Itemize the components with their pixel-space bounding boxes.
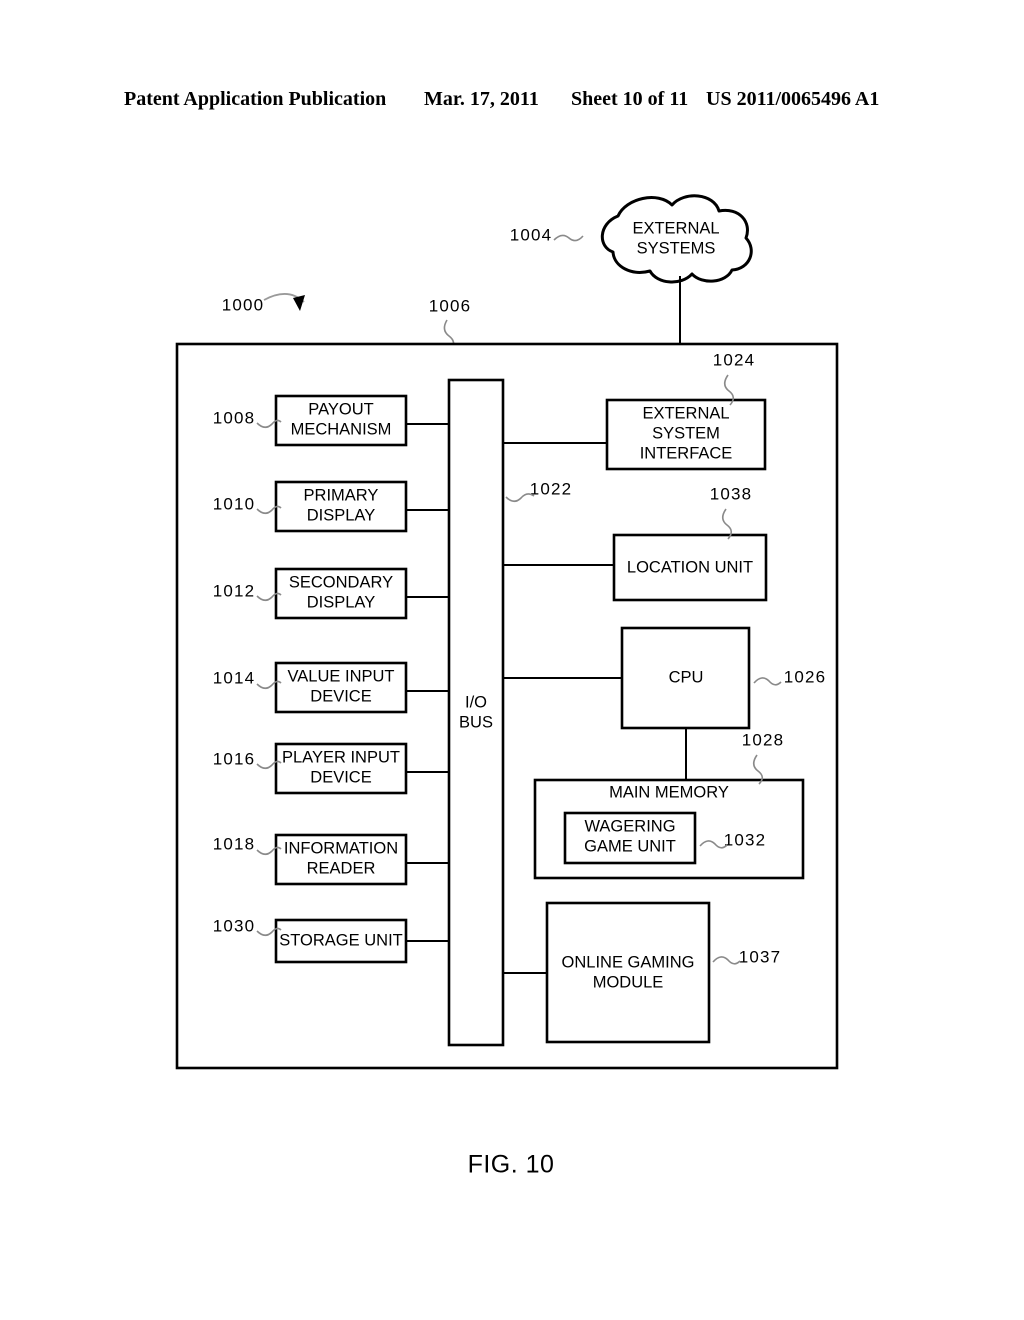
primary-display-line1: PRIMARY <box>304 486 379 504</box>
ref-1038: 1038 <box>710 484 753 503</box>
wagering-game-unit-line2: GAME UNIT <box>584 837 676 855</box>
ref-1010: 1010 <box>213 494 256 513</box>
player-input-device-line1: PLAYER INPUT <box>282 748 400 766</box>
io-bus-label-line1: I/O <box>465 693 487 711</box>
online-gaming-module-line2: MODULE <box>593 973 664 991</box>
ref-1004: 1004 <box>510 225 553 244</box>
ref-1000: 1000 <box>222 295 265 314</box>
ref-1024: 1024 <box>713 350 756 369</box>
external-system-interface-line3: INTERFACE <box>640 444 733 462</box>
ref-1037: 1037 <box>739 947 782 966</box>
ref-1012: 1012 <box>213 581 256 600</box>
ref-1018: 1018 <box>213 834 256 853</box>
ref-1026: 1026 <box>784 667 827 686</box>
ref-1008: 1008 <box>213 408 256 427</box>
primary-display-line2: DISPLAY <box>307 506 375 524</box>
ref-1030: 1030 <box>213 916 256 935</box>
main-memory-title: MAIN MEMORY <box>609 783 729 801</box>
leader-1004 <box>553 234 584 242</box>
location-unit-label: LOCATION UNIT <box>627 558 753 576</box>
secondary-display-line1: SECONDARY <box>289 573 393 591</box>
ref-1032: 1032 <box>724 830 767 849</box>
player-input-device-line2: DEVICE <box>310 768 371 786</box>
value-input-device-line2: DEVICE <box>310 687 371 705</box>
information-reader-line1: INFORMATION <box>284 839 398 857</box>
value-input-device-line1: VALUE INPUT <box>288 667 395 685</box>
cloud-label-line1: EXTERNAL <box>632 219 719 237</box>
external-system-interface-line2: SYSTEM <box>652 424 720 442</box>
storage-unit-label: STORAGE UNIT <box>279 931 402 949</box>
ref-1022: 1022 <box>530 479 573 498</box>
ref-1014: 1014 <box>213 668 256 687</box>
online-gaming-module-line1: ONLINE GAMING <box>562 953 695 971</box>
payout-mechanism-line2: MECHANISM <box>291 420 392 438</box>
ref-1016: 1016 <box>213 749 256 768</box>
wagering-game-unit-line1: WAGERING <box>584 817 675 835</box>
payout-mechanism-line1: PAYOUT <box>308 400 373 418</box>
figure-caption: FIG. 10 <box>468 1151 555 1179</box>
information-reader-line2: READER <box>307 859 376 877</box>
secondary-display-line2: DISPLAY <box>307 593 375 611</box>
figure-10-diagram: EXTERNAL SYSTEMS 1004 1000 1006 I/O BUS … <box>175 194 839 1179</box>
cloud-label-line2: SYSTEMS <box>637 239 716 257</box>
ref-1006: 1006 <box>429 296 472 315</box>
system-ref-arrowhead <box>293 295 305 311</box>
io-bus-label-line2: BUS <box>459 713 493 731</box>
cpu-label: CPU <box>669 668 704 686</box>
patent-figure-page: Patent Application Publication Mar. 17, … <box>0 0 1024 1320</box>
external-system-interface-line1: EXTERNAL <box>642 404 729 422</box>
ref-1028: 1028 <box>742 730 785 749</box>
